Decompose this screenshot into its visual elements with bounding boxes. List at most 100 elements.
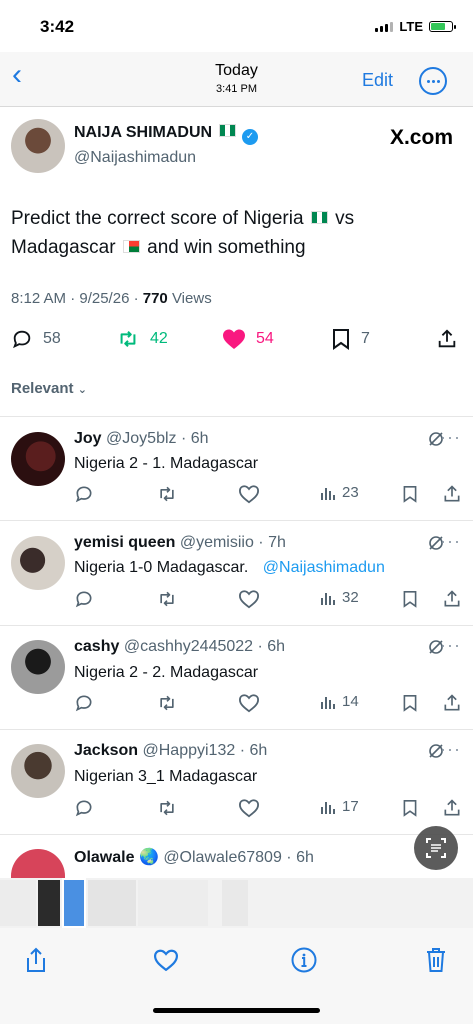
nigeria-flag-icon bbox=[310, 211, 328, 224]
divider bbox=[0, 729, 473, 730]
views-count: 23 bbox=[342, 484, 359, 501]
share-icon[interactable] bbox=[442, 484, 462, 504]
more-options-icon[interactable]: ··· bbox=[440, 531, 461, 552]
signal-icon bbox=[375, 21, 394, 32]
x-logo: X.com bbox=[389, 126, 453, 149]
bookmark-icon[interactable] bbox=[402, 589, 418, 609]
views-action[interactable]: 32 bbox=[320, 589, 359, 606]
bookmark-icon[interactable] bbox=[402, 693, 418, 713]
reply-handle: @Joy5blz · 6h bbox=[106, 430, 209, 447]
tweet-text: Predict the correct score of Nigeria vs … bbox=[11, 204, 451, 262]
reply-actions: 17 bbox=[74, 798, 464, 820]
battery-icon bbox=[429, 21, 456, 32]
repost-icon[interactable] bbox=[156, 484, 178, 504]
nigeria-flag-icon bbox=[218, 124, 236, 137]
trash-icon[interactable] bbox=[424, 946, 448, 974]
share-icon[interactable] bbox=[442, 798, 462, 818]
network-label: LTE bbox=[399, 19, 423, 34]
sort-dropdown[interactable]: Relevant ⌄ bbox=[11, 380, 87, 397]
favorite-icon[interactable] bbox=[152, 948, 180, 972]
sort-label: Relevant bbox=[11, 380, 74, 397]
reply-avatar[interactable] bbox=[11, 849, 65, 878]
thumbnail-strip[interactable] bbox=[0, 878, 473, 928]
bookmark-icon[interactable] bbox=[402, 798, 418, 818]
views-action[interactable]: 23 bbox=[320, 484, 359, 501]
tweet-text-d: and win something bbox=[147, 237, 306, 258]
thumbnail[interactable] bbox=[138, 880, 208, 926]
thumbnail[interactable] bbox=[222, 880, 248, 926]
views-count: 770 bbox=[142, 290, 168, 307]
views-action[interactable]: 14 bbox=[320, 693, 359, 710]
views-icon bbox=[321, 592, 335, 605]
thumbnail[interactable] bbox=[38, 880, 60, 926]
nav-title: Today bbox=[215, 62, 258, 79]
share-icon[interactable] bbox=[442, 589, 462, 609]
thumbnail[interactable] bbox=[88, 880, 136, 926]
heart-icon[interactable] bbox=[238, 484, 260, 504]
repost-count: 42 bbox=[150, 330, 168, 347]
views-action[interactable]: 17 bbox=[320, 798, 359, 815]
author-name[interactable]: NAIJA SHIMADUN ✓ bbox=[74, 124, 258, 145]
views-label: Views bbox=[171, 290, 212, 307]
heart-icon[interactable] bbox=[238, 798, 260, 818]
like-action[interactable]: 54 bbox=[222, 328, 274, 350]
edit-button[interactable]: Edit bbox=[362, 70, 393, 91]
heart-icon[interactable] bbox=[238, 589, 260, 609]
heart-icon[interactable] bbox=[238, 693, 260, 713]
tweet-time: 8:12 AM · 9/25/26 · bbox=[11, 290, 139, 307]
share-action[interactable] bbox=[436, 328, 458, 350]
info-icon[interactable] bbox=[291, 947, 317, 973]
reply-avatar[interactable] bbox=[11, 744, 65, 798]
repost-icon[interactable] bbox=[156, 589, 178, 609]
views-icon bbox=[321, 696, 335, 709]
nav-subtitle: 3:41 PM bbox=[216, 83, 257, 95]
reply-header[interactable]: Joy @Joy5blz · 6h bbox=[74, 430, 209, 448]
reply-actions: 14 bbox=[74, 693, 464, 715]
thumbnail-selected[interactable] bbox=[62, 878, 86, 928]
reply-name: Olawale bbox=[74, 849, 135, 866]
reply-icon[interactable] bbox=[74, 484, 94, 504]
repost-action[interactable]: 42 bbox=[116, 328, 168, 350]
more-options-icon[interactable]: ··· bbox=[440, 427, 461, 448]
like-count: 54 bbox=[256, 330, 274, 347]
reply-header[interactable]: Olawale 🌏 @Olawale67809 · 6h bbox=[74, 847, 314, 867]
more-icon[interactable] bbox=[419, 67, 447, 95]
bookmark-action[interactable]: 7 bbox=[331, 328, 370, 350]
status-right: LTE bbox=[375, 19, 456, 34]
reply-avatar[interactable] bbox=[11, 432, 65, 486]
reply-actions: 23 bbox=[74, 484, 464, 506]
reply-icon[interactable] bbox=[74, 693, 94, 713]
live-text-icon bbox=[426, 838, 446, 858]
views-count: 32 bbox=[342, 589, 359, 606]
reply-text: Nigerian 3_1 Madagascar bbox=[74, 768, 258, 785]
share-icon[interactable] bbox=[442, 693, 462, 713]
mention-link[interactable]: @Naijashimadun bbox=[263, 559, 385, 576]
reply-header[interactable]: yemisi queen @yemisiio · 7h bbox=[74, 534, 286, 552]
reply-handle: @cashhy2445022 · 6h bbox=[123, 638, 286, 655]
more-options-icon[interactable]: ··· bbox=[440, 635, 461, 656]
thumbnail[interactable] bbox=[0, 880, 36, 926]
reply-name: Joy bbox=[74, 430, 102, 447]
reply-text: Nigeria 2 - 1. Madagascar bbox=[74, 455, 259, 472]
divider bbox=[0, 834, 473, 835]
reply-text: Nigeria 1-0 Madagascar. @Naijashimadun bbox=[74, 559, 385, 577]
author-avatar[interactable] bbox=[11, 119, 65, 173]
reply-avatar[interactable] bbox=[11, 640, 65, 694]
repost-icon[interactable] bbox=[156, 798, 178, 818]
reply-action[interactable]: 58 bbox=[11, 328, 61, 350]
divider bbox=[0, 625, 473, 626]
divider bbox=[0, 520, 473, 521]
bookmark-icon[interactable] bbox=[402, 484, 418, 504]
reply-header[interactable]: cashy @cashhy2445022 · 6h bbox=[74, 638, 285, 656]
more-options-icon[interactable]: ··· bbox=[440, 739, 461, 760]
share-toolbar-icon[interactable] bbox=[24, 946, 48, 974]
live-text-button[interactable] bbox=[414, 826, 458, 870]
repost-icon[interactable] bbox=[156, 693, 178, 713]
author-handle[interactable]: @Naijashimadun bbox=[74, 149, 196, 167]
views-icon bbox=[321, 487, 335, 500]
reply-icon[interactable] bbox=[74, 589, 94, 609]
reply-avatar[interactable] bbox=[11, 536, 65, 590]
reply-header[interactable]: Jackson @Happyi132 · 6h bbox=[74, 742, 267, 760]
madagascar-flag-icon bbox=[122, 240, 140, 253]
reply-icon[interactable] bbox=[74, 798, 94, 818]
